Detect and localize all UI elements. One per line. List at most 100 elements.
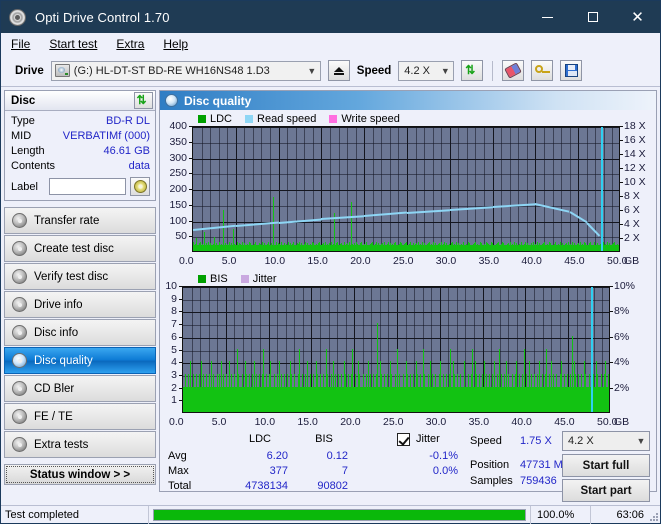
y-axis-tick [189, 189, 192, 190]
y2-axis-tick-label: 10% [614, 280, 636, 292]
gridline [287, 127, 288, 251]
speed-select[interactable]: 4.2 X ▼ [398, 60, 455, 81]
panel-header: Disc quality [160, 91, 656, 110]
start-full-button[interactable]: Start full [562, 454, 650, 477]
optical-drive-icon [54, 64, 70, 77]
sidebar-item-disc-info[interactable]: Disc info [4, 319, 156, 346]
sidebar-item-fe-te[interactable]: FE / TE [4, 403, 156, 430]
sidebar-item-label: Disc info [34, 326, 79, 339]
gridline [193, 237, 619, 238]
menu-item-start-test[interactable]: Start test [49, 37, 97, 51]
disc-icon [12, 213, 27, 228]
drive-label: Drive [15, 64, 44, 77]
gridline [527, 127, 528, 251]
sidebar-item-transfer-rate[interactable]: Transfer rate [4, 207, 156, 234]
panel-title: Disc quality [184, 93, 252, 108]
jitter-checkbox[interactable] [397, 433, 410, 446]
gridline [219, 127, 220, 251]
eject-icon [333, 66, 344, 72]
y-axis-tick [179, 349, 182, 351]
sidebar-item-disc-quality[interactable]: Disc quality [4, 347, 156, 374]
data-bar [609, 387, 610, 412]
disc-label-input[interactable] [49, 178, 126, 195]
disc-length-label: Length [11, 145, 45, 157]
sidebar-item-extra-tests[interactable]: Extra tests [4, 431, 156, 458]
baseline-fill [193, 245, 619, 251]
sidebar-item-create-test-disc[interactable]: Create test disc [4, 235, 156, 262]
y2-axis-tick-label: 6% [614, 330, 630, 343]
gridline [183, 287, 609, 288]
speed-select-value: 4.2 X [404, 64, 430, 77]
gridline [296, 127, 297, 251]
disc-icon [12, 325, 27, 340]
disc-row-contents: Contents data [11, 159, 150, 174]
gridline [475, 127, 476, 251]
sidebar-item-verify-test-disc[interactable]: Verify test disc [4, 263, 156, 290]
chart-bottom[interactable]: 1 2 3 4 5 6 7 8 9 10 2% 4% 6% 8% 10% 0.0 5.0 10.0 15.0 20.0… [160, 280, 656, 431]
key-button[interactable] [531, 60, 554, 81]
status-message: Test completed [1, 505, 149, 524]
disc-row-type: Type BD-R DL [11, 114, 150, 129]
y-axis-tick-label: 400 [169, 120, 187, 132]
y-axis-tick-label: 250 [169, 167, 187, 180]
minimize-button[interactable] [525, 1, 570, 33]
disc-label-button[interactable] [130, 177, 150, 196]
key-icon [534, 64, 550, 77]
y-axis-tick [179, 311, 182, 313]
disc-row-mid: MID VERBATIMf (000) [11, 129, 150, 144]
menu-item-extra[interactable]: Extra [116, 37, 144, 51]
y-axis-tick [189, 141, 192, 143]
gridline [587, 127, 588, 251]
y2-axis-tick [610, 336, 613, 338]
test-speed-select[interactable]: 4.2 X ▼ [562, 431, 650, 451]
status-bar: Test completed 100.0% 63:06 [1, 505, 660, 524]
sidebar-item-drive-info[interactable]: Drive info [4, 291, 156, 318]
gridline [561, 127, 562, 251]
status-window-button[interactable]: Status window > > [4, 464, 156, 485]
position-marker [591, 287, 593, 412]
x-axis-tick-label: 45.0 [564, 255, 585, 267]
plot-area [182, 286, 610, 413]
legend-label-jitter: Jitter [252, 273, 277, 285]
sidebar: Disc ⇅ Type BD-R DL MID VERBATIMf (000) [1, 87, 159, 492]
main-body: Disc ⇅ Type BD-R DL MID VERBATIMf (000) [1, 87, 660, 502]
progress-area [149, 506, 530, 524]
y-axis-tick [179, 298, 182, 300]
read-speed-line [406, 208, 450, 214]
y2-axis-tick [620, 196, 623, 197]
x-axis-tick-label: 5.0 [221, 255, 237, 267]
y-axis-tick [179, 362, 182, 364]
save-button[interactable] [560, 60, 583, 81]
stats-col-bis: BIS [315, 433, 333, 445]
stats-max-ldc: 377 [269, 465, 288, 477]
refresh-button[interactable]: ⇅ [461, 60, 484, 81]
x-axis-tick-label: 40.0 [511, 416, 532, 428]
sidebar-item-cd-bler[interactable]: CD Bler [4, 375, 156, 402]
chart-top[interactable]: 50 100 150 200 250 300 350 400 2 X 4 X 6 X 8 X 10 X 1… [160, 120, 656, 270]
start-part-button[interactable]: Start part [562, 479, 650, 502]
maximize-button[interactable] [570, 1, 615, 33]
legend-label-bis: BIS [210, 273, 228, 285]
x-axis-tick-label: 35.0 [478, 255, 500, 267]
app-icon [9, 8, 26, 26]
disc-type-label: Type [11, 115, 35, 127]
eject-button[interactable] [327, 60, 350, 81]
sidebar-item-label: Transfer rate [34, 214, 100, 227]
legend-label-read-speed: Read speed [257, 113, 317, 125]
disc-contents-label: Contents [11, 160, 56, 172]
x-axis-tick-label: 25.0 [383, 416, 404, 428]
menu-item-help[interactable]: Help [163, 37, 188, 51]
sidebar-item-label: Create test disc [34, 242, 114, 255]
disc-refresh-button[interactable]: ⇅ [134, 92, 153, 109]
erase-button[interactable] [502, 60, 525, 81]
close-button[interactable]: ✕ [615, 1, 660, 33]
progress-percent: 100.0% [530, 505, 590, 524]
x-axis-tick-label: 0.0 [169, 416, 184, 428]
resize-grip[interactable] [648, 511, 658, 521]
y-axis-tick-label: 3 [171, 368, 177, 381]
position-marker [601, 127, 603, 251]
gridline [193, 127, 619, 128]
read-speed-line [193, 224, 236, 232]
drive-select[interactable]: (G:) HL-DT-ST BD-RE WH16NS48 1.D3 ▼ [50, 60, 321, 81]
menu-item-file[interactable]: File [11, 37, 30, 51]
